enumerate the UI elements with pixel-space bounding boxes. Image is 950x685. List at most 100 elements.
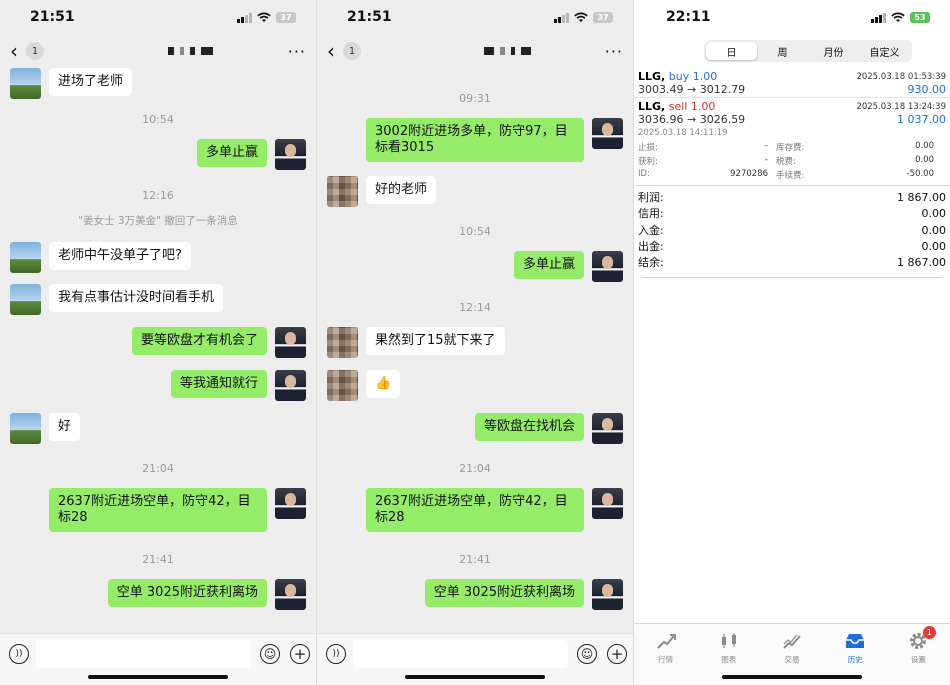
my-avatar[interactable] bbox=[275, 488, 306, 519]
message-list[interactable]: 进场了老师 10:54 多单止赢 12:16 "姜女士 3万美金" 撤回了一条消… bbox=[0, 68, 316, 633]
contact-avatar[interactable] bbox=[327, 327, 358, 358]
status-bar: 21:51 37 bbox=[317, 0, 633, 34]
message-row: 多单止赢 bbox=[317, 251, 633, 282]
contact-avatar[interactable] bbox=[10, 242, 41, 273]
home-indicator bbox=[722, 675, 862, 679]
my-avatar[interactable] bbox=[592, 488, 623, 519]
message-bubble[interactable]: 等欧盘在找机会 bbox=[474, 413, 584, 441]
segment-month[interactable]: 月份 bbox=[808, 42, 859, 60]
thumbs-up-sticker[interactable]: 👍 bbox=[366, 370, 401, 398]
message-bubble[interactable]: 好的老师 bbox=[366, 176, 437, 204]
my-avatar[interactable] bbox=[592, 251, 623, 282]
summary-label: 信用: bbox=[638, 207, 664, 221]
my-avatar[interactable] bbox=[275, 327, 306, 358]
deal-side: sell 1.00 bbox=[668, 100, 716, 113]
history-list[interactable]: LLG, buy 1.00 2025.03.18 01:53:39 3003.4… bbox=[634, 68, 950, 282]
message-row: 好的老师 bbox=[317, 176, 633, 207]
my-avatar[interactable] bbox=[592, 118, 623, 149]
recall-notice: "姜女士 3万美金" 撤回了一条消息 bbox=[78, 215, 238, 227]
timestamp: 21:41 bbox=[459, 553, 491, 566]
message-input[interactable] bbox=[353, 640, 568, 668]
voice-input-icon[interactable]: )) bbox=[326, 644, 346, 664]
more-options-icon[interactable]: ··· bbox=[605, 42, 623, 61]
summary-profit: 1 867.00 bbox=[897, 191, 946, 204]
message-bubble[interactable]: 我有点事估计没时间看手机 bbox=[49, 284, 224, 312]
message-bubble[interactable]: 进场了老师 bbox=[49, 68, 133, 96]
message-bubble[interactable]: 果然到了15就下来了 bbox=[366, 327, 505, 355]
deal-prices: 3036.96 → 3026.59 bbox=[638, 113, 746, 126]
chat-input-bar: )) ☺ + bbox=[317, 633, 633, 685]
tab-settings[interactable]: 1 设置 bbox=[887, 624, 950, 685]
summary-deposit: 0.00 bbox=[921, 223, 947, 237]
segment-day[interactable]: 日 bbox=[706, 42, 757, 60]
contact-avatar[interactable] bbox=[10, 413, 41, 444]
message-row: 好 bbox=[0, 413, 316, 444]
battery-icon: 37 bbox=[276, 11, 296, 23]
message-bubble[interactable]: 2637附近进场空单，防守42，目标28 bbox=[366, 488, 584, 532]
message-bubble[interactable]: 老师中午没单子了吧? bbox=[49, 242, 191, 270]
message-row: 果然到了15就下来了 bbox=[317, 327, 633, 358]
contact-avatar[interactable] bbox=[10, 284, 41, 315]
message-bubble[interactable]: 好 bbox=[49, 413, 81, 441]
status-time: 21:51 bbox=[30, 9, 75, 25]
back-chevron-icon[interactable]: ‹ bbox=[327, 39, 341, 63]
contact-avatar[interactable] bbox=[10, 68, 41, 99]
battery-icon: 53 bbox=[910, 11, 930, 23]
segment-week[interactable]: 周 bbox=[757, 42, 808, 60]
summary-label: 出金: bbox=[638, 239, 664, 253]
message-bubble[interactable]: 2637附近进场空单，防守42，目标28 bbox=[49, 488, 267, 532]
message-bubble[interactable]: 空单 3025附近获利离场 bbox=[424, 579, 584, 607]
detail-label: 税费: bbox=[776, 157, 796, 167]
divider bbox=[642, 277, 942, 279]
tab-quotes[interactable]: 行情 bbox=[634, 624, 697, 685]
message-row: 空单 3025附近获利离场 bbox=[317, 579, 633, 610]
more-options-icon[interactable]: ··· bbox=[288, 42, 306, 61]
my-avatar[interactable] bbox=[592, 413, 623, 444]
tab-label: 行情 bbox=[658, 655, 674, 664]
back-chevron-icon[interactable]: ‹ bbox=[10, 39, 24, 63]
contact-avatar[interactable] bbox=[327, 176, 358, 207]
summary-label: 利润: bbox=[638, 191, 664, 204]
battery-icon: 37 bbox=[593, 11, 613, 23]
home-indicator bbox=[88, 675, 228, 679]
chat-nav-bar: ‹ 1 ··· bbox=[0, 34, 316, 68]
my-avatar[interactable] bbox=[275, 139, 306, 170]
chat-input-bar: )) ☺ + bbox=[0, 633, 316, 685]
detail-label: 手续费: bbox=[776, 171, 805, 181]
contact-avatar[interactable] bbox=[327, 370, 358, 401]
message-row: 我有点事估计没时间看手机 bbox=[0, 284, 316, 315]
wifi-icon bbox=[891, 12, 905, 22]
chat-nav-bar: ‹ 1 ··· bbox=[317, 34, 633, 68]
voice-input-icon[interactable]: )) bbox=[9, 644, 29, 664]
message-bubble[interactable]: 要等欧盘才有机会了 bbox=[131, 327, 267, 355]
emoji-icon[interactable]: ☺ bbox=[260, 644, 280, 664]
deal-row[interactable]: LLG, sell 1.00 2025.03.18 13:24:39 3036.… bbox=[634, 98, 950, 127]
my-avatar[interactable] bbox=[275, 579, 306, 610]
message-input[interactable] bbox=[36, 640, 251, 668]
plus-icon[interactable]: + bbox=[290, 644, 310, 664]
segment-custom[interactable]: 自定义 bbox=[859, 42, 910, 60]
my-avatar[interactable] bbox=[275, 370, 306, 401]
tab-label: 图表 bbox=[721, 655, 737, 664]
message-list[interactable]: 09:31 3002附近进场多单，防守97，目标看3015 好的老师 10:54… bbox=[317, 68, 633, 633]
plus-icon[interactable]: + bbox=[607, 644, 627, 664]
message-row: 多单止赢 bbox=[0, 139, 316, 170]
message-bubble[interactable]: 空单 3025附近获利离场 bbox=[107, 579, 267, 607]
status-bar: 22:11 53 bbox=[634, 0, 950, 34]
chat-screen-2: 21:51 37 ‹ 1 ··· 09:31 3002附近进场多单，防守97，目… bbox=[317, 0, 634, 685]
message-bubble[interactable]: 多单止赢 bbox=[513, 251, 584, 279]
timestamp: 10:54 bbox=[142, 113, 174, 126]
message-row: 空单 3025附近获利离场 bbox=[0, 579, 316, 610]
summary-label: 结余: bbox=[638, 256, 664, 270]
deal-row[interactable]: LLG, buy 1.00 2025.03.18 01:53:39 3003.4… bbox=[634, 68, 950, 98]
deal-prices: 3003.49 → 3012.79 bbox=[638, 83, 746, 96]
signal-icon bbox=[871, 12, 886, 23]
detail-value: - bbox=[764, 141, 768, 151]
message-bubble[interactable]: 3002附近进场多单，防守97，目标看3015 bbox=[366, 118, 584, 162]
detail-label: 获利: bbox=[638, 157, 658, 167]
emoji-icon[interactable]: ☺ bbox=[577, 644, 597, 664]
message-bubble[interactable]: 多单止赢 bbox=[196, 139, 267, 167]
detail-value: - bbox=[764, 155, 768, 165]
message-bubble[interactable]: 等我通知就行 bbox=[170, 370, 267, 398]
my-avatar[interactable] bbox=[592, 579, 623, 610]
